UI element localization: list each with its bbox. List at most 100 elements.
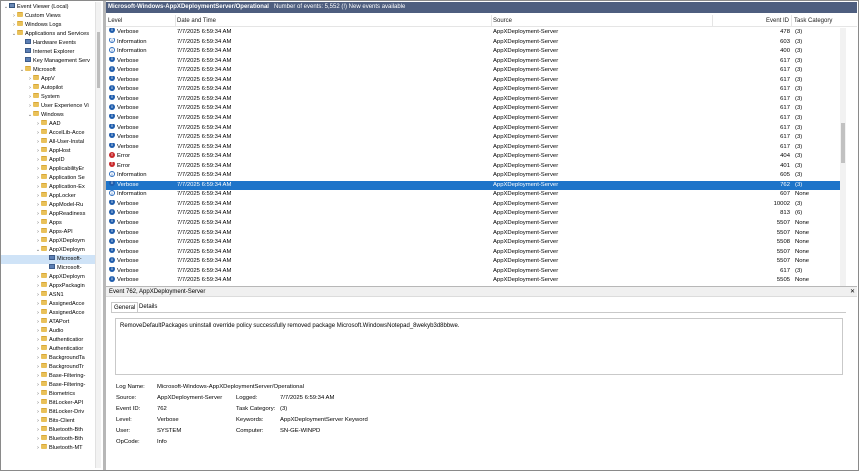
tree-item[interactable]: ⌄ Windows bbox=[1, 111, 95, 120]
column-header-level[interactable]: Level bbox=[108, 15, 176, 27]
table-row[interactable]: ! Error 7/7/2025 6:59:34 AM AppXDeployment-… bbox=[106, 161, 840, 172]
tree-item[interactable]: › Apps-API bbox=[1, 228, 95, 237]
table-row[interactable]: ! Error 7/7/2025 6:59:34 AM AppXDeployment-… bbox=[106, 152, 840, 162]
level-cell: i Verbose bbox=[109, 142, 175, 153]
tree-item[interactable]: › AppLocker bbox=[1, 192, 95, 201]
table-row[interactable]: i Verbose 7/7/2025 6:59:34 AM AppXDeploymen… bbox=[106, 199, 840, 210]
table-row[interactable]: i Verbose 7/7/2025 6:59:34 AM AppXDeploymen… bbox=[106, 266, 840, 277]
tree-scrollbar-thumb[interactable] bbox=[97, 32, 100, 88]
tree-item[interactable]: ⌄ Event Viewer (Local) bbox=[1, 3, 95, 12]
table-row[interactable]: i Verbose 7/7/2025 6:59:34 AM AppXDeploymen… bbox=[106, 247, 840, 258]
tree-scrollbar[interactable] bbox=[95, 2, 101, 468]
tree-item[interactable]: ⌄ Applications and Services bbox=[1, 30, 95, 39]
tree-item[interactable]: › AppID bbox=[1, 156, 95, 165]
event-id-cell: 605 bbox=[780, 172, 790, 179]
tab-details[interactable]: Details bbox=[137, 302, 159, 312]
tree-item[interactable]: › AppXDeploym bbox=[1, 273, 95, 282]
table-row[interactable]: i Verbose 7/7/2025 6:59:34 AM AppXDeploymen… bbox=[106, 219, 840, 229]
tree-item[interactable]: › Bluetooth-Bth bbox=[1, 426, 95, 435]
event-message-box[interactable]: RemoveDefaultPackages uninstall override… bbox=[115, 318, 843, 375]
tree-item[interactable]: › BitLocker-Driv bbox=[1, 408, 95, 417]
table-scrollbar[interactable] bbox=[840, 28, 846, 286]
tab-general[interactable]: General bbox=[111, 302, 139, 312]
tree-item[interactable]: › Biometrics bbox=[1, 390, 95, 399]
level-cell: i Verbose bbox=[109, 257, 175, 267]
table-scrollbar-thumb[interactable] bbox=[841, 123, 845, 163]
tree-item[interactable]: ⌄ Microsoft bbox=[1, 66, 95, 75]
tree-item[interactable]: › Authenticatior bbox=[1, 345, 95, 354]
tree-item[interactable]: Microsoft- bbox=[1, 255, 95, 264]
table-row[interactable]: i Verbose 7/7/2025 6:59:34 AM AppXDeploymen… bbox=[106, 276, 840, 286]
tree-item[interactable]: Hardware Events bbox=[1, 39, 95, 48]
table-row[interactable]: i Verbose 7/7/2025 6:59:34 AM AppXDeploymen… bbox=[106, 180, 840, 191]
table-row[interactable]: i Verbose 7/7/2025 6:59:34 AM AppXDeploymen… bbox=[106, 133, 840, 143]
tree-item[interactable]: › AppReadiness bbox=[1, 210, 95, 219]
events-table[interactable]: Level Date and Time Source Event ID Task… bbox=[106, 15, 857, 286]
tree-item[interactable]: › AppV bbox=[1, 75, 95, 84]
close-icon[interactable]: ✕ bbox=[850, 287, 855, 297]
tree-item[interactable]: › Bluetooth-MT bbox=[1, 444, 95, 453]
table-row[interactable]: i Verbose 7/7/2025 6:59:34 AM AppXDeploymen… bbox=[106, 94, 840, 105]
tree-item[interactable]: › Base-Filtering- bbox=[1, 381, 95, 390]
table-row[interactable]: i Verbose 7/7/2025 6:59:34 AM AppXDeploymen… bbox=[106, 104, 840, 114]
table-row[interactable]: i Verbose 7/7/2025 6:59:34 AM AppXDeploymen… bbox=[106, 75, 840, 86]
table-row[interactable]: i Verbose 7/7/2025 6:59:34 AM AppXDeploymen… bbox=[106, 66, 840, 76]
tree-item[interactable]: › ATAPort bbox=[1, 318, 95, 327]
tree-item[interactable]: › AppModel-Ru bbox=[1, 201, 95, 210]
column-header-datetime[interactable]: Date and Time bbox=[177, 15, 492, 27]
tree-item[interactable]: › BackgroundTa bbox=[1, 354, 95, 363]
navigation-tree[interactable]: ⌄ Event Viewer (Local) › Custom Views › Windo… bbox=[1, 1, 103, 470]
tree-item[interactable]: › Bluetooth-Bth bbox=[1, 435, 95, 444]
table-row[interactable]: i Verbose 7/7/2025 6:59:34 AM AppXDeploymen… bbox=[106, 28, 840, 38]
tree-item[interactable]: › AppXDeploym bbox=[1, 237, 95, 246]
tree-item[interactable]: › Autopilot bbox=[1, 84, 95, 93]
table-row[interactable]: i Information 7/7/2025 6:59:34 AM AppXDeplo… bbox=[106, 37, 840, 48]
column-header-source[interactable]: Source bbox=[493, 15, 713, 27]
tree-item[interactable]: › Windows Logs bbox=[1, 21, 95, 30]
tree-item-label: Bits-Client bbox=[49, 418, 75, 424]
tree-item[interactable]: › Custom Views bbox=[1, 12, 95, 21]
tree-item[interactable]: › AAD bbox=[1, 120, 95, 129]
table-row[interactable]: i Information 7/7/2025 6:59:34 AM AppXDeplo… bbox=[106, 171, 840, 181]
tree-item[interactable]: › User Experience Vi bbox=[1, 102, 95, 111]
tree-item[interactable]: Key Management Serv bbox=[1, 57, 95, 66]
tree-item[interactable]: › AccelLib-Acce bbox=[1, 129, 95, 138]
table-row[interactable]: i Verbose 7/7/2025 6:59:34 AM AppXDeploymen… bbox=[106, 85, 840, 95]
tree-item[interactable]: › AppxPackagin bbox=[1, 282, 95, 291]
tree-item[interactable]: › BackgroundTr bbox=[1, 363, 95, 372]
tree-item[interactable]: › Bits-Client bbox=[1, 417, 95, 426]
tree-item[interactable]: › Application-Ex bbox=[1, 183, 95, 192]
tree-item[interactable]: › AssignedAcce bbox=[1, 309, 95, 318]
tree-item[interactable]: Internet Explorer bbox=[1, 48, 95, 57]
tree-item[interactable]: Microsoft- bbox=[1, 264, 95, 273]
tree-item[interactable]: › Authenticatior bbox=[1, 336, 95, 345]
tree-item[interactable]: › Application Se bbox=[1, 174, 95, 183]
table-row[interactable]: i Verbose 7/7/2025 6:59:34 AM AppXDeploymen… bbox=[106, 56, 840, 67]
tree-item[interactable]: › System bbox=[1, 93, 95, 102]
table-row[interactable]: i Verbose 7/7/2025 6:59:34 AM AppXDeploymen… bbox=[106, 142, 840, 153]
table-row[interactable]: i Verbose 7/7/2025 6:59:34 AM AppXDeploymen… bbox=[106, 257, 840, 267]
tree-item-label: Apps bbox=[49, 220, 62, 226]
tree-item[interactable]: › Base-Filtering- bbox=[1, 372, 95, 381]
tree-item[interactable]: › BitLocker-API bbox=[1, 399, 95, 408]
tree-item[interactable]: › AssignedAcce bbox=[1, 300, 95, 309]
tree-item[interactable]: › ApplicabilityEr bbox=[1, 165, 95, 174]
tree-item[interactable]: › Audio bbox=[1, 327, 95, 336]
tree-item[interactable]: › ASN1 bbox=[1, 291, 95, 300]
level-cell: i Information bbox=[109, 171, 175, 181]
table-row[interactable]: i Verbose 7/7/2025 6:59:34 AM AppXDeploymen… bbox=[106, 209, 840, 219]
tree-item[interactable]: › All-User-Instal bbox=[1, 138, 95, 147]
table-row[interactable]: i Verbose 7/7/2025 6:59:34 AM AppXDeploymen… bbox=[106, 228, 840, 239]
tree-item[interactable]: › AppHost bbox=[1, 147, 95, 156]
column-header-event-id[interactable]: Event ID bbox=[714, 15, 792, 27]
table-row[interactable]: i Information 7/7/2025 6:59:34 AM AppXDeplo… bbox=[106, 190, 840, 200]
table-row[interactable]: i Verbose 7/7/2025 6:59:34 AM AppXDeploymen… bbox=[106, 238, 840, 248]
table-row[interactable]: i Information 7/7/2025 6:59:34 AM AppXDeplo… bbox=[106, 47, 840, 57]
column-header-task-category[interactable]: Task Category bbox=[794, 15, 842, 27]
table-row[interactable]: i Verbose 7/7/2025 6:59:34 AM AppXDeploymen… bbox=[106, 113, 840, 124]
tree-item[interactable]: › Apps bbox=[1, 219, 95, 228]
table-row[interactable]: i Verbose 7/7/2025 6:59:34 AM AppXDeploymen… bbox=[106, 123, 840, 134]
log-icon bbox=[25, 48, 31, 54]
tree-item[interactable]: ⌄ AppXDeploym bbox=[1, 246, 95, 255]
error-icon: ! bbox=[109, 152, 115, 158]
